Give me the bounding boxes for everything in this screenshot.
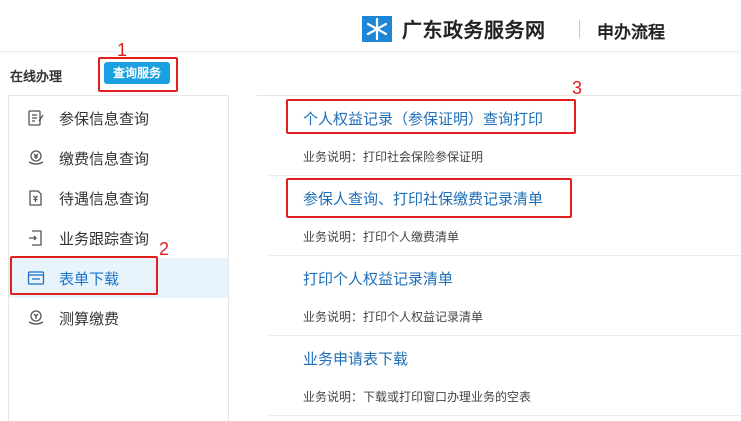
- document-money-icon: [29, 190, 42, 206]
- sidebar-item-label: 待遇信息查询: [59, 190, 150, 208]
- annotation-number-1: 1: [117, 40, 128, 60]
- annotation-number-2: 2: [159, 239, 170, 259]
- entry-link-rights-list[interactable]: 打印个人权益记录清单: [303, 268, 453, 289]
- document-track-icon: [29, 230, 42, 246]
- sidebar-item-label: 业务跟踪查询: [59, 230, 150, 248]
- edit-document-icon: [28, 110, 44, 126]
- sidebar-item-calculate[interactable]: 测算缴费: [9, 298, 228, 338]
- sidebar-item-label: 测算缴费: [59, 310, 120, 328]
- sidebar-item-insurance-info[interactable]: 参保信息查询: [9, 98, 228, 138]
- entry-link-application-form[interactable]: 业务申请表下载: [303, 348, 408, 369]
- sidebar-item-payment-info[interactable]: 缴费信息查询: [9, 138, 228, 178]
- entry-description: 业务说明：打印个人缴费清单: [303, 230, 460, 244]
- annotation-box-1: [98, 57, 178, 92]
- sidebar-item-tracking[interactable]: 业务跟踪查询: [9, 218, 228, 258]
- service-list: 个人权益记录（参保证明）查询打印 业务说明：打印社会保险参保证明 参保人查询、打…: [257, 95, 741, 421]
- list-item: 打印个人权益记录清单 业务说明：打印个人权益记录清单: [269, 256, 741, 336]
- sidebar-item-benefit-info[interactable]: 待遇信息查询: [9, 178, 228, 218]
- page-section-title: 申办流程: [597, 23, 665, 43]
- annotation-box-4: [286, 178, 572, 218]
- entry-description: 业务说明：打印个人权益记录清单: [303, 310, 484, 324]
- entry-description: 业务说明：打印社会保险参保证明: [303, 150, 484, 164]
- sidebar-item-label: 缴费信息查询: [59, 150, 150, 168]
- annotation-box-3: [286, 99, 576, 134]
- list-item: 业务申请表下载 业务说明：下载或打印窗口办理业务的空表: [269, 336, 741, 416]
- payment-icon: [28, 150, 44, 165]
- header-divider: [579, 20, 580, 38]
- annotation-number-3: 3: [572, 78, 583, 98]
- annotation-box-2: [10, 256, 158, 295]
- sidebar-item-label: 参保信息查询: [59, 110, 150, 128]
- site-brand[interactable]: 广东政务服务网: [402, 14, 546, 43]
- entry-description: 业务说明：下载或打印窗口办理业务的空表: [303, 390, 532, 404]
- calculate-icon: [28, 310, 44, 325]
- site-header: 广东政务服务网 申办流程: [0, 0, 741, 52]
- online-handling-label: 在线办理: [10, 70, 63, 85]
- government-logo-icon: [362, 16, 392, 42]
